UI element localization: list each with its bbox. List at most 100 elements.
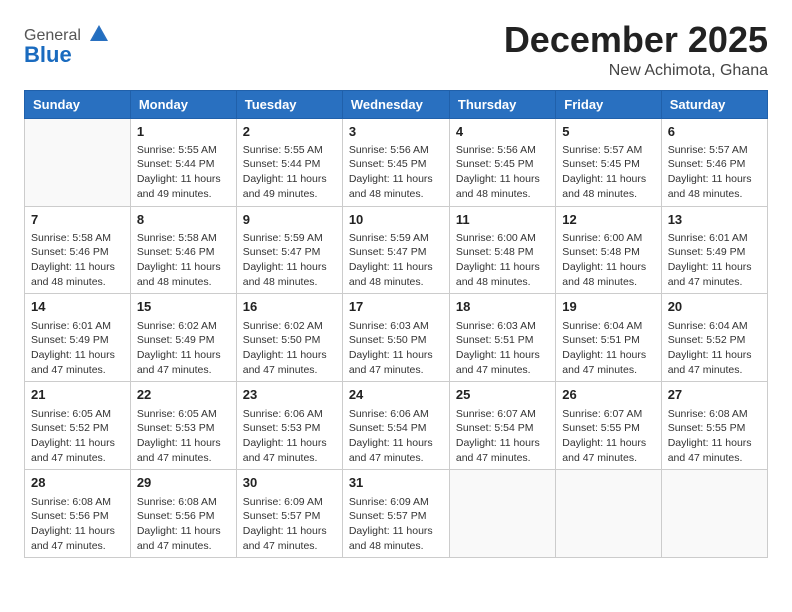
table-row: 11 Sunrise: 6:00 AM Sunset: 5:48 PM Dayli… [449,206,555,294]
cell-info: Sunrise: 5:58 AM Sunset: 5:46 PM Dayligh… [137,231,230,290]
cell-info: Sunrise: 6:04 AM Sunset: 5:52 PM Dayligh… [668,319,761,378]
table-row: 25Sunrise: 6:07 AM Sunset: 5:54 PM Dayli… [449,382,555,470]
subtitle: New Achimota, Ghana [504,62,768,80]
cell-day-number: 24 [349,386,443,404]
cell-day-number: 23 [243,386,336,404]
cell-day-number: 7 [31,211,124,229]
column-header-wednesday: Wednesday [342,90,449,118]
cell-day-number: 1 [137,123,230,141]
cell-day-number: 21 [31,386,124,404]
cell-day-number: 10 [349,211,443,229]
table-row: 13Sunrise: 6:01 AM Sunset: 5:49 PM Dayli… [661,206,767,294]
column-header-saturday: Saturday [661,90,767,118]
table-row: 21 Sunrise: 6:05 AM Sunset: 5:52 PM Dayli… [25,382,131,470]
table-row: 1 Sunrise: 5:55 AM Sunset: 5:44 PM Daylig… [130,118,236,206]
cell-info: Sunrise: 6:01 AM Sunset: 5:49 PM Dayligh… [668,231,761,290]
cell-day-number: 15 [137,298,230,316]
cell-info: Sunrise: 6:05 AM Sunset: 5:52 PM Dayligh… [31,407,124,466]
logo: General Blue [24,20,110,68]
cell-day-number: 17 [349,298,443,316]
column-header-tuesday: Tuesday [236,90,342,118]
table-row: 19 Sunrise: 6:04 AM Sunset: 5:51 PM Dayli… [556,294,661,382]
table-row: 3Sunrise: 5:56 AM Sunset: 5:45 PM Daylig… [342,118,449,206]
column-header-monday: Monday [130,90,236,118]
cell-day-number: 26 [562,386,654,404]
cell-day-number: 28 [31,474,124,492]
table-row: 4 Sunrise: 5:56 AM Sunset: 5:45 PM Daylig… [449,118,555,206]
logo-icon [88,23,110,45]
cell-day-number: 8 [137,211,230,229]
column-header-friday: Friday [556,90,661,118]
cell-info: Sunrise: 6:03 AM Sunset: 5:51 PM Dayligh… [456,319,549,378]
cell-day-number: 11 [456,211,549,229]
cell-day-number: 30 [243,474,336,492]
cell-day-number: 6 [668,123,761,141]
column-header-sunday: Sunday [25,90,131,118]
cell-info: Sunrise: 6:06 AM Sunset: 5:54 PM Dayligh… [349,407,443,466]
table-row: 14 Sunrise: 6:01 AM Sunset: 5:49 PM Dayli… [25,294,131,382]
table-row: 15 Sunrise: 6:02 AM Sunset: 5:49 PM Dayli… [130,294,236,382]
table-row: 17 Sunrise: 6:03 AM Sunset: 5:50 PM Dayli… [342,294,449,382]
table-row: 28 Sunrise: 6:08 AM Sunset: 5:56 PM Dayli… [25,470,131,558]
cell-day-number: 4 [456,123,549,141]
cell-info: Sunrise: 6:00 AM Sunset: 5:48 PM Dayligh… [562,231,654,290]
table-row [661,470,767,558]
table-row: 8 Sunrise: 5:58 AM Sunset: 5:46 PM Daylig… [130,206,236,294]
cell-info: Sunrise: 6:05 AM Sunset: 5:53 PM Dayligh… [137,407,230,466]
table-row: 2 Sunrise: 5:55 AM Sunset: 5:44 PM Daylig… [236,118,342,206]
cell-info: Sunrise: 5:57 AM Sunset: 5:46 PM Dayligh… [668,143,761,202]
cell-day-number: 27 [668,386,761,404]
cell-info: Sunrise: 6:04 AM Sunset: 5:51 PM Dayligh… [562,319,654,378]
cell-info: Sunrise: 5:55 AM Sunset: 5:44 PM Dayligh… [243,143,336,202]
cell-info: Sunrise: 6:09 AM Sunset: 5:57 PM Dayligh… [243,495,336,554]
cell-day-number: 9 [243,211,336,229]
cell-info: Sunrise: 6:08 AM Sunset: 5:55 PM Dayligh… [668,407,761,466]
cell-day-number: 5 [562,123,654,141]
cell-info: Sunrise: 5:55 AM Sunset: 5:44 PM Dayligh… [137,143,230,202]
cell-info: Sunrise: 5:59 AM Sunset: 5:47 PM Dayligh… [243,231,336,290]
cell-info: Sunrise: 5:59 AM Sunset: 5:47 PM Dayligh… [349,231,443,290]
cell-info: Sunrise: 6:09 AM Sunset: 5:57 PM Dayligh… [349,495,443,554]
column-header-thursday: Thursday [449,90,555,118]
calendar: SundayMondayTuesdayWednesdayThursdayFrid… [24,90,768,559]
table-row [556,470,661,558]
cell-day-number: 29 [137,474,230,492]
cell-info: Sunrise: 5:58 AM Sunset: 5:46 PM Dayligh… [31,231,124,290]
cell-day-number: 22 [137,386,230,404]
cell-day-number: 31 [349,474,443,492]
cell-day-number: 19 [562,298,654,316]
cell-day-number: 18 [456,298,549,316]
table-row: 27 Sunrise: 6:08 AM Sunset: 5:55 PM Dayli… [661,382,767,470]
cell-info: Sunrise: 5:56 AM Sunset: 5:45 PM Dayligh… [349,143,443,202]
table-row: 22 Sunrise: 6:05 AM Sunset: 5:53 PM Dayli… [130,382,236,470]
cell-info: Sunrise: 6:08 AM Sunset: 5:56 PM Dayligh… [31,495,124,554]
cell-info: Sunrise: 5:56 AM Sunset: 5:45 PM Dayligh… [456,143,549,202]
table-row: 18 Sunrise: 6:03 AM Sunset: 5:51 PM Dayli… [449,294,555,382]
table-row: 23 Sunrise: 6:06 AM Sunset: 5:53 PM Dayli… [236,382,342,470]
cell-info: Sunrise: 6:00 AM Sunset: 5:48 PM Dayligh… [456,231,549,290]
main-title: December 2025 [504,20,768,60]
title-block: December 2025 New Achimota, Ghana [504,20,768,80]
cell-info: Sunrise: 6:02 AM Sunset: 5:50 PM Dayligh… [243,319,336,378]
table-row: 24 Sunrise: 6:06 AM Sunset: 5:54 PM Dayli… [342,382,449,470]
table-row: 9 Sunrise: 5:59 AM Sunset: 5:47 PM Daylig… [236,206,342,294]
table-row: 7 Sunrise: 5:58 AM Sunset: 5:46 PM Daylig… [25,206,131,294]
cell-day-number: 20 [668,298,761,316]
cell-info: Sunrise: 6:07 AM Sunset: 5:55 PM Dayligh… [562,407,654,466]
cell-info: Sunrise: 6:01 AM Sunset: 5:49 PM Dayligh… [31,319,124,378]
cell-day-number: 2 [243,123,336,141]
table-row: 12 Sunrise: 6:00 AM Sunset: 5:48 PM Dayli… [556,206,661,294]
table-row: 5Sunrise: 5:57 AM Sunset: 5:45 PM Daylig… [556,118,661,206]
cell-info: Sunrise: 6:02 AM Sunset: 5:49 PM Dayligh… [137,319,230,378]
table-row: 6 Sunrise: 5:57 AM Sunset: 5:46 PM Daylig… [661,118,767,206]
table-row: 10 Sunrise: 5:59 AM Sunset: 5:47 PM Dayli… [342,206,449,294]
cell-info: Sunrise: 6:03 AM Sunset: 5:50 PM Dayligh… [349,319,443,378]
logo-blue-text: Blue [24,42,72,68]
cell-info: Sunrise: 6:06 AM Sunset: 5:53 PM Dayligh… [243,407,336,466]
cell-info: Sunrise: 6:08 AM Sunset: 5:56 PM Dayligh… [137,495,230,554]
table-row: 26 Sunrise: 6:07 AM Sunset: 5:55 PM Dayli… [556,382,661,470]
cell-day-number: 12 [562,211,654,229]
cell-info: Sunrise: 6:07 AM Sunset: 5:54 PM Dayligh… [456,407,549,466]
cell-day-number: 16 [243,298,336,316]
cell-day-number: 14 [31,298,124,316]
